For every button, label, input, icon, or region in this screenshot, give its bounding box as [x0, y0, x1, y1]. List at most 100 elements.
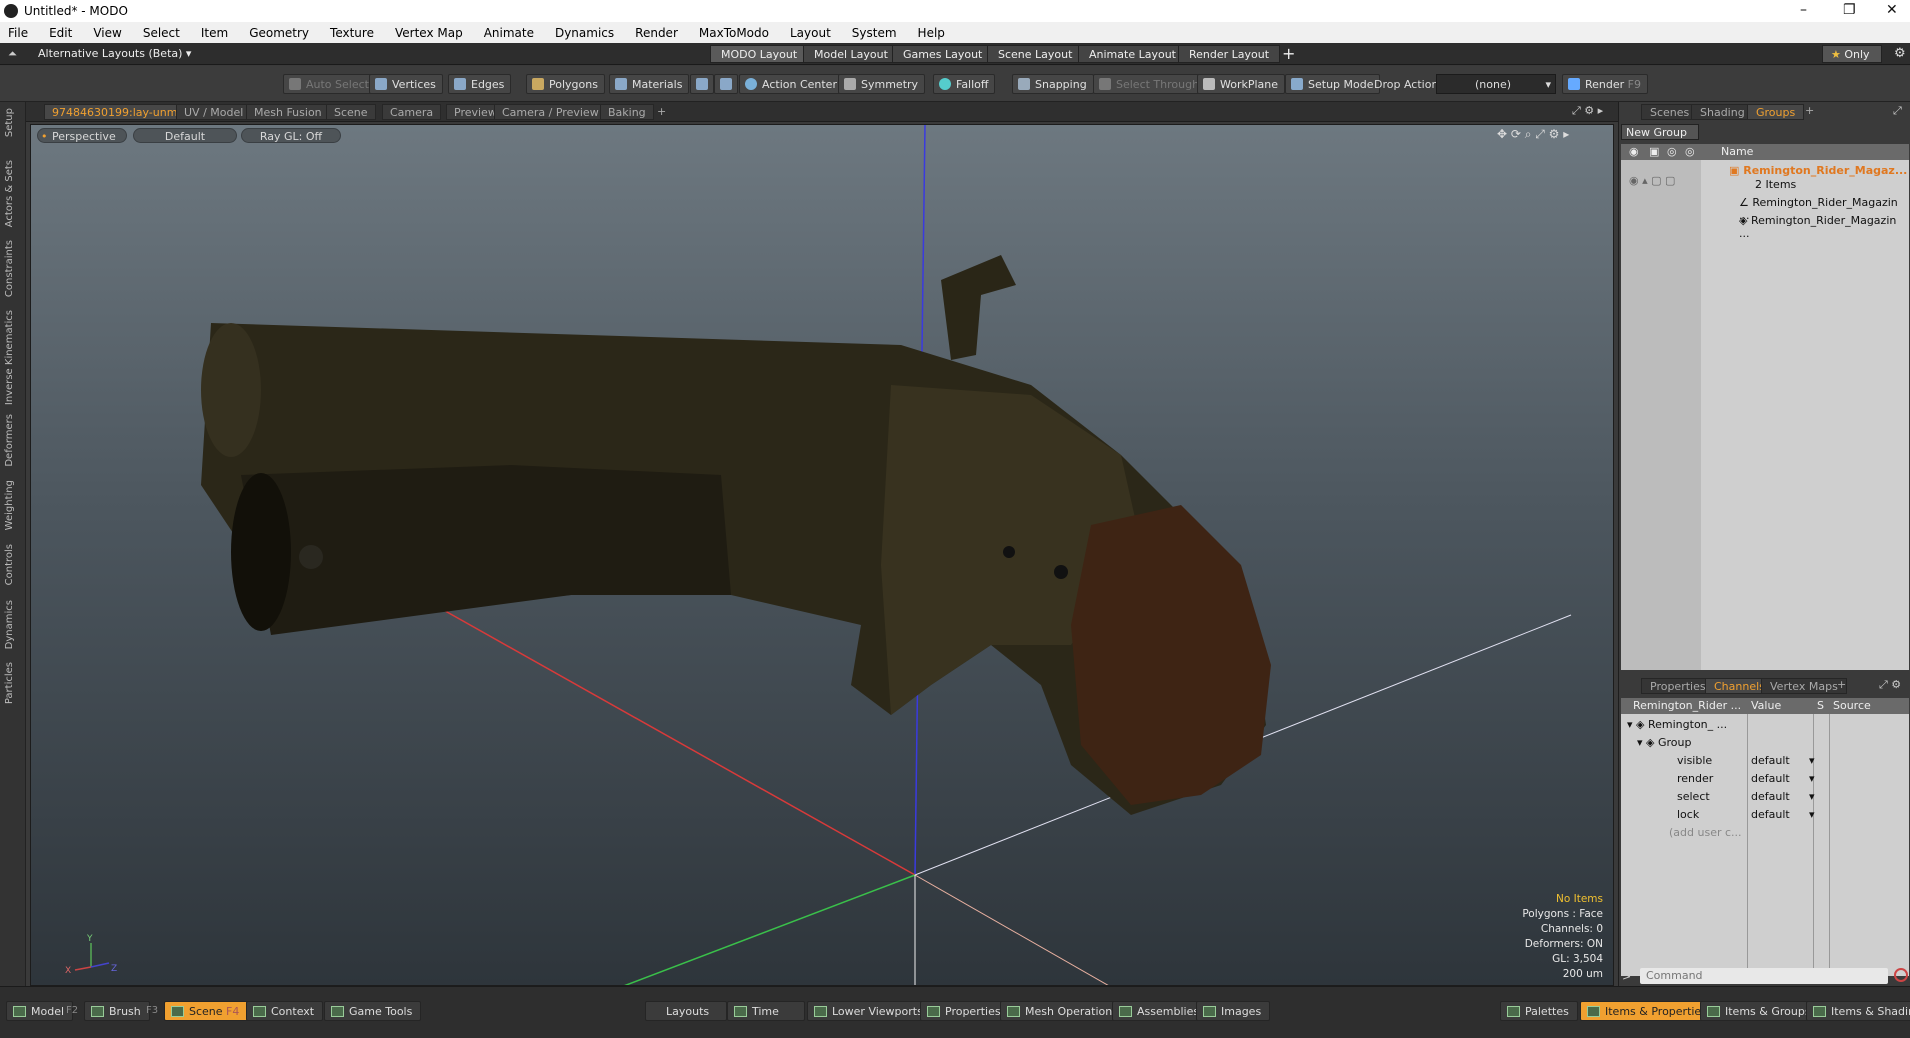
expand-icon[interactable]: ⤢: [1893, 104, 1902, 118]
tab-scene[interactable]: Scene: [326, 104, 376, 120]
workplane-button[interactable]: WorkPlane: [1197, 74, 1286, 94]
menu-item[interactable]: Item: [201, 26, 228, 40]
edges-button[interactable]: Edges: [448, 74, 512, 94]
record-icon[interactable]: [1894, 968, 1908, 982]
menu-vertex-map[interactable]: Vertex Map: [395, 26, 463, 40]
menu-file[interactable]: File: [8, 26, 28, 40]
add-user-channel[interactable]: (add user c...: [1669, 826, 1742, 839]
group-visibility-toggle[interactable]: ◉ ▴ ▢ ▢: [1629, 174, 1675, 187]
gear-icon[interactable]: ⚙: [1894, 46, 1906, 61]
palettes-button[interactable]: Palettes: [1500, 1001, 1578, 1021]
setup-mode-button[interactable]: Setup Mode: [1285, 74, 1381, 94]
maximize-viewport-icon[interactable]: ⤢ ⚙ ▸: [1572, 104, 1603, 118]
channels-root-item[interactable]: ▾ ◈ Remington_ ...: [1627, 718, 1727, 731]
vtab-dynamics[interactable]: Dynamics: [4, 600, 15, 649]
menu-dynamics[interactable]: Dynamics: [555, 26, 614, 40]
tab-camera-preview[interactable]: Camera / Preview: [494, 104, 607, 120]
vtab-constraints[interactable]: Constraints: [4, 240, 15, 297]
snapping-button[interactable]: Snapping: [1012, 74, 1094, 94]
model-button[interactable]: Model: [6, 1001, 74, 1021]
game-tools-button[interactable]: Game Tools: [324, 1001, 422, 1021]
drop-action-select[interactable]: (none) ▾: [1436, 74, 1556, 94]
materials-button[interactable]: Materials: [609, 74, 690, 94]
symmetry-button[interactable]: Symmetry: [838, 74, 926, 94]
polygons-button[interactable]: Polygons: [526, 74, 605, 94]
items-groups-button[interactable]: Items & Groups: [1700, 1001, 1820, 1021]
add-channels-tab-button[interactable]: +: [1837, 678, 1846, 691]
add-tab-button[interactable]: +: [650, 104, 673, 120]
only-button[interactable]: ★ Only: [1822, 45, 1882, 63]
tab-groups[interactable]: Groups: [1747, 104, 1805, 120]
menu-animate[interactable]: Animate: [484, 26, 534, 40]
properties-button[interactable]: Properties: [920, 1001, 1010, 1021]
tab-model-layout[interactable]: Model Layout: [803, 45, 899, 63]
render-button[interactable]: Render F9: [1562, 74, 1648, 94]
tab-shading[interactable]: Shading: [1691, 104, 1754, 120]
minimize-button[interactable]: –: [1800, 2, 1807, 18]
tab-properties[interactable]: Properties: [1641, 678, 1715, 694]
items-shading-button[interactable]: Items & Shading: [1806, 1001, 1910, 1021]
tab-vertex-maps[interactable]: Vertex Maps: [1761, 678, 1847, 694]
layout-preset-dropdown[interactable]: Alternative Layouts (Beta) ▾: [38, 47, 191, 60]
3d-viewport[interactable]: • Perspective Default Ray GL: Off ✥ ⟳ ⌕ …: [30, 124, 1614, 986]
falloff-button[interactable]: Falloff: [933, 74, 996, 94]
items-properties-button[interactable]: Items & Properties: [1580, 1001, 1716, 1021]
tab-modo-layout[interactable]: MODO Layout: [710, 45, 809, 63]
channels-list[interactable]: ▾ ◈ Remington_ ... ▾ ◈ Group visible def…: [1621, 714, 1909, 976]
tab-uv-model[interactable]: UV / Model: [176, 104, 252, 120]
menu-select[interactable]: Select: [143, 26, 180, 40]
channels-group-item[interactable]: ▾ ◈ Group: [1637, 736, 1691, 749]
select-through-button[interactable]: Select Through: [1093, 74, 1207, 94]
restore-button[interactable]: ❐: [1843, 2, 1856, 18]
vertices-button[interactable]: Vertices: [369, 74, 443, 94]
vtab-particles[interactable]: Particles: [4, 662, 15, 704]
images-button[interactable]: Images: [1196, 1001, 1271, 1021]
vtab-weighting[interactable]: Weighting: [4, 480, 15, 530]
groups-list[interactable]: ◉ ▴ ▢ ▢ ▣ Remington_Rider_Magaz... 2 Ite…: [1621, 160, 1909, 670]
add-panel-tab-button[interactable]: +: [1805, 104, 1814, 117]
menu-edit[interactable]: Edit: [49, 26, 72, 40]
layouts-button[interactable]: Layouts: [645, 1001, 727, 1021]
brush-button[interactable]: Brush: [84, 1001, 150, 1021]
vtab-inverse-kinematics[interactable]: Inverse Kinematics: [4, 310, 15, 405]
channel-render-value[interactable]: default ▾: [1751, 772, 1815, 785]
close-button[interactable]: ✕: [1886, 2, 1898, 18]
expand-icon[interactable]: ⤢ ⚙: [1879, 678, 1901, 692]
tab-scene-layout[interactable]: Scene Layout: [987, 45, 1084, 63]
lower-viewports-button[interactable]: Lower Viewports: [807, 1001, 932, 1021]
group-item-row[interactable]: ▣ Remington_Rider_Magaz...: [1729, 164, 1907, 177]
menu-layout[interactable]: Layout: [790, 26, 831, 40]
context-button[interactable]: Context: [246, 1001, 324, 1021]
channel-select-value[interactable]: default ▾: [1751, 790, 1815, 803]
time-button[interactable]: Time: [727, 1001, 805, 1021]
tab-games-layout[interactable]: Games Layout: [892, 45, 994, 63]
menu-help[interactable]: Help: [918, 26, 945, 40]
tab-render-layout[interactable]: Render Layout: [1178, 45, 1281, 63]
menu-view[interactable]: View: [93, 26, 121, 40]
vtab-actors-sets[interactable]: Actors & Sets: [4, 160, 15, 227]
vtab-controls[interactable]: Controls: [4, 544, 15, 585]
group-child-material[interactable]: ◈ Remington_Rider_Magazin ...: [1739, 214, 1909, 240]
assemblies-button[interactable]: Assemblies: [1112, 1001, 1209, 1021]
tab-baking[interactable]: Baking: [600, 104, 654, 120]
tab-mesh-fusion[interactable]: Mesh Fusion: [246, 104, 330, 120]
tab-animate-layout[interactable]: Animate Layout: [1078, 45, 1187, 63]
tab-scenes[interactable]: Scenes: [1641, 104, 1699, 120]
vtab-setup[interactable]: Setup: [4, 108, 15, 137]
auto-select-button[interactable]: Auto Select: [283, 74, 376, 94]
select-mode-a-button[interactable]: [690, 74, 714, 94]
mesh-operations-button[interactable]: Mesh Operations: [1000, 1001, 1127, 1021]
add-layout-button[interactable]: +: [1282, 44, 1295, 63]
select-mode-b-button[interactable]: [714, 74, 738, 94]
new-group-button[interactable]: New Group: [1621, 124, 1699, 140]
menu-geometry[interactable]: Geometry: [249, 26, 309, 40]
collapse-icon[interactable]: ⏶: [8, 47, 17, 61]
scene-button[interactable]: Scene F4: [164, 1001, 249, 1021]
menu-system[interactable]: System: [852, 26, 897, 40]
channel-visible-value[interactable]: default ▾: [1751, 754, 1815, 767]
menu-maxtomodo[interactable]: MaxToModo: [699, 26, 769, 40]
vtab-deformers[interactable]: Deformers: [4, 414, 15, 467]
menu-render[interactable]: Render: [635, 26, 678, 40]
command-input[interactable]: Command: [1640, 968, 1888, 984]
action-center-button[interactable]: Action Center: [739, 74, 844, 94]
